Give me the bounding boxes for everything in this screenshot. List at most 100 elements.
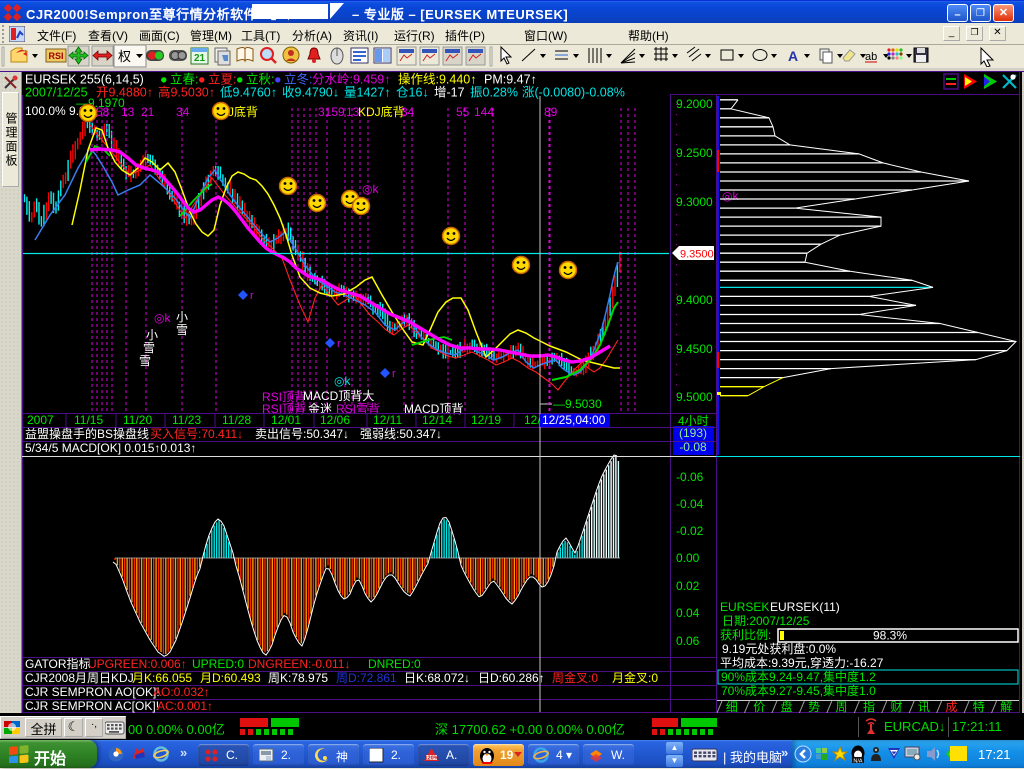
svg-text:雪: 雪 — [143, 341, 155, 355]
svg-text:高9.5030↑: 高9.5030↑ — [158, 85, 215, 100]
svg-text:r: r — [337, 338, 341, 350]
svg-text:日期:2007/12/25: 日期:2007/12/25 — [722, 614, 810, 628]
svg-text:r: r — [392, 368, 396, 380]
svg-text:日K:68.072↓: 日K:68.072↓ — [404, 671, 470, 685]
svg-text:2007: 2007 — [27, 413, 54, 427]
svg-text:UPGREEN:0.006↑: UPGREEN:0.006↑ — [88, 657, 187, 671]
svg-text:益盟操盘手的BS操盘线: 益盟操盘手的BS操盘线 — [25, 426, 149, 441]
svg-text:月K:66.055: 月K:66.055 — [132, 671, 192, 685]
svg-text:财: 财 — [890, 700, 902, 713]
svg-text:70%成本9.27-9.45,集中度1.0: 70%成本9.27-9.45,集中度1.0 — [721, 683, 876, 698]
svg-text:◎k: ◎k — [334, 374, 351, 388]
svg-text:买入信号:70.411↓: 买入信号:70.411↓ — [150, 427, 243, 441]
svg-text:12/01: 12/01 — [271, 413, 301, 427]
svg-text:11/23: 11/23 — [172, 413, 201, 427]
svg-text:55: 55 — [456, 105, 470, 119]
svg-text:EURSEK 255(6,14,5): EURSEK 255(6,14,5) — [25, 73, 144, 87]
svg-text:仓16↓: 仓16↓ — [396, 86, 429, 100]
svg-text:11/15: 11/15 — [74, 413, 103, 427]
svg-text:5/34/5 MACD[OK] 0.015↑0.013↑: 5/34/5 MACD[OK] 0.015↑0.013↑ — [25, 441, 196, 455]
svg-text:34: 34 — [176, 105, 190, 119]
svg-text:振0.28%: 振0.28% — [470, 86, 518, 100]
svg-text:9.2000: 9.2000 — [676, 97, 713, 111]
svg-text:讯: 讯 — [918, 700, 930, 713]
svg-text:-0.02: -0.02 — [676, 524, 704, 538]
svg-text:98.3%: 98.3% — [873, 629, 907, 643]
svg-text:小: 小 — [146, 328, 158, 342]
svg-text:◎k: ◎k — [154, 311, 171, 325]
svg-text:(193): (193) — [679, 426, 707, 440]
svg-text:雪: 雪 — [139, 354, 151, 368]
svg-text:-0.06: -0.06 — [676, 470, 704, 484]
svg-text:增-17: 增-17 — [434, 85, 465, 100]
svg-text:J底背: J底背 — [228, 104, 258, 119]
svg-text:—9.5030: —9.5030 — [553, 397, 602, 411]
svg-text:9.3500: 9.3500 — [680, 249, 714, 261]
svg-text:PM:9.47↑: PM:9.47↑ — [484, 73, 537, 87]
svg-text:立冬:: 立冬: — [284, 72, 312, 87]
svg-text:3159: 3159 — [318, 105, 345, 119]
svg-text:21: 21 — [141, 105, 155, 119]
svg-text:雪: 雪 — [176, 323, 188, 337]
svg-text:收9.4790↓: 收9.4790↓ — [282, 86, 339, 100]
svg-text:RSI: RSI — [48, 51, 63, 61]
svg-text:11/20: 11/20 — [123, 413, 152, 427]
svg-text:获利比例:: 获利比例: — [720, 628, 771, 642]
svg-text:操作线:9.440↑: 操作线:9.440↑ — [398, 72, 477, 87]
svg-text:价: 价 — [753, 700, 765, 713]
svg-text:涨(-0.0080)-0.08%: 涨(-0.0080)-0.08% — [522, 85, 625, 100]
svg-text:144: 144 — [474, 105, 494, 119]
svg-text:21: 21 — [194, 53, 206, 64]
svg-text:月D:60.493: 月D:60.493 — [200, 671, 261, 685]
svg-text:周: 周 — [835, 700, 847, 713]
svg-text:EURSEK: EURSEK — [720, 600, 769, 614]
svg-text:0.02: 0.02 — [676, 579, 700, 593]
svg-text:◎k: ◎k — [722, 189, 739, 203]
svg-text:90%成本9.24-9.47,集中度1.2: 90%成本9.24-9.47,集中度1.2 — [721, 669, 876, 684]
svg-text:12/25,04:00: 12/25,04:00 — [542, 413, 606, 427]
svg-text:强弱线:50.347↓: 强弱线:50.347↓ — [360, 427, 442, 441]
svg-text:EURSEK(11): EURSEK(11) — [770, 600, 840, 614]
svg-text:89: 89 — [544, 105, 558, 119]
svg-text:UPRED:0: UPRED:0 — [192, 657, 244, 671]
svg-text:立春:: 立春: — [170, 72, 198, 87]
svg-text:DNGREEN:-0.011↓: DNGREEN:-0.011↓ — [248, 657, 350, 671]
svg-text:MACD顶背大: MACD顶背大 — [303, 389, 374, 403]
svg-text:周金叉:0: 周金叉:0 — [552, 670, 598, 685]
svg-text:周D:72.861: 周D:72.861 — [336, 671, 397, 685]
svg-text:势: 势 — [808, 700, 820, 713]
svg-text:特: 特 — [973, 699, 985, 713]
svg-text:9.4500: 9.4500 — [676, 342, 713, 356]
svg-text:9.2500: 9.2500 — [676, 146, 713, 160]
svg-text:盘: 盘 — [781, 699, 793, 713]
svg-text:AC:0.001↑: AC:0.001↑ — [157, 699, 213, 713]
svg-text:成: 成 — [945, 700, 957, 713]
svg-text:0.06: 0.06 — [676, 634, 700, 648]
svg-text:0.04: 0.04 — [676, 606, 700, 620]
svg-text:DNRED:0: DNRED:0 — [368, 657, 421, 671]
svg-text:11/28: 11/28 — [222, 413, 251, 427]
svg-text:CJR SEMPRON AO[OK]!: CJR SEMPRON AO[OK]! — [25, 685, 160, 699]
svg-text:●: ● — [236, 73, 244, 87]
svg-text:量1427↑: 量1427↑ — [344, 86, 391, 100]
svg-text:58: 58 — [96, 105, 110, 119]
svg-text:●: ● — [198, 73, 206, 87]
svg-text:解: 解 — [1000, 700, 1012, 713]
svg-text:立夏:: 立夏: — [208, 72, 236, 87]
svg-text:低9.4760↑: 低9.4760↑ — [220, 86, 277, 100]
svg-text:9.5000: 9.5000 — [676, 390, 713, 404]
svg-text:AO:0.032↑: AO:0.032↑ — [153, 685, 210, 699]
svg-text:细: 细 — [726, 700, 738, 713]
svg-text:N/A: N/A — [853, 759, 863, 764]
svg-text:CJR SEMPRON AC[OK]!: CJR SEMPRON AC[OK]! — [25, 699, 159, 713]
svg-text:ab: ab — [865, 51, 877, 63]
svg-text:小: 小 — [176, 310, 188, 324]
svg-text:月金叉:0: 月金叉:0 — [612, 670, 658, 685]
svg-text:-0.04: -0.04 — [676, 497, 704, 511]
svg-text:A: A — [788, 48, 798, 64]
svg-text:120%: 120% — [424, 756, 438, 762]
svg-text:CJR2008月周日KDJ: CJR2008月周日KDJ — [25, 671, 134, 685]
svg-text:GATOR指标: GATOR指标 — [25, 656, 91, 671]
svg-text:-0.08: -0.08 — [679, 440, 707, 454]
svg-text:12/14: 12/14 — [422, 413, 452, 427]
